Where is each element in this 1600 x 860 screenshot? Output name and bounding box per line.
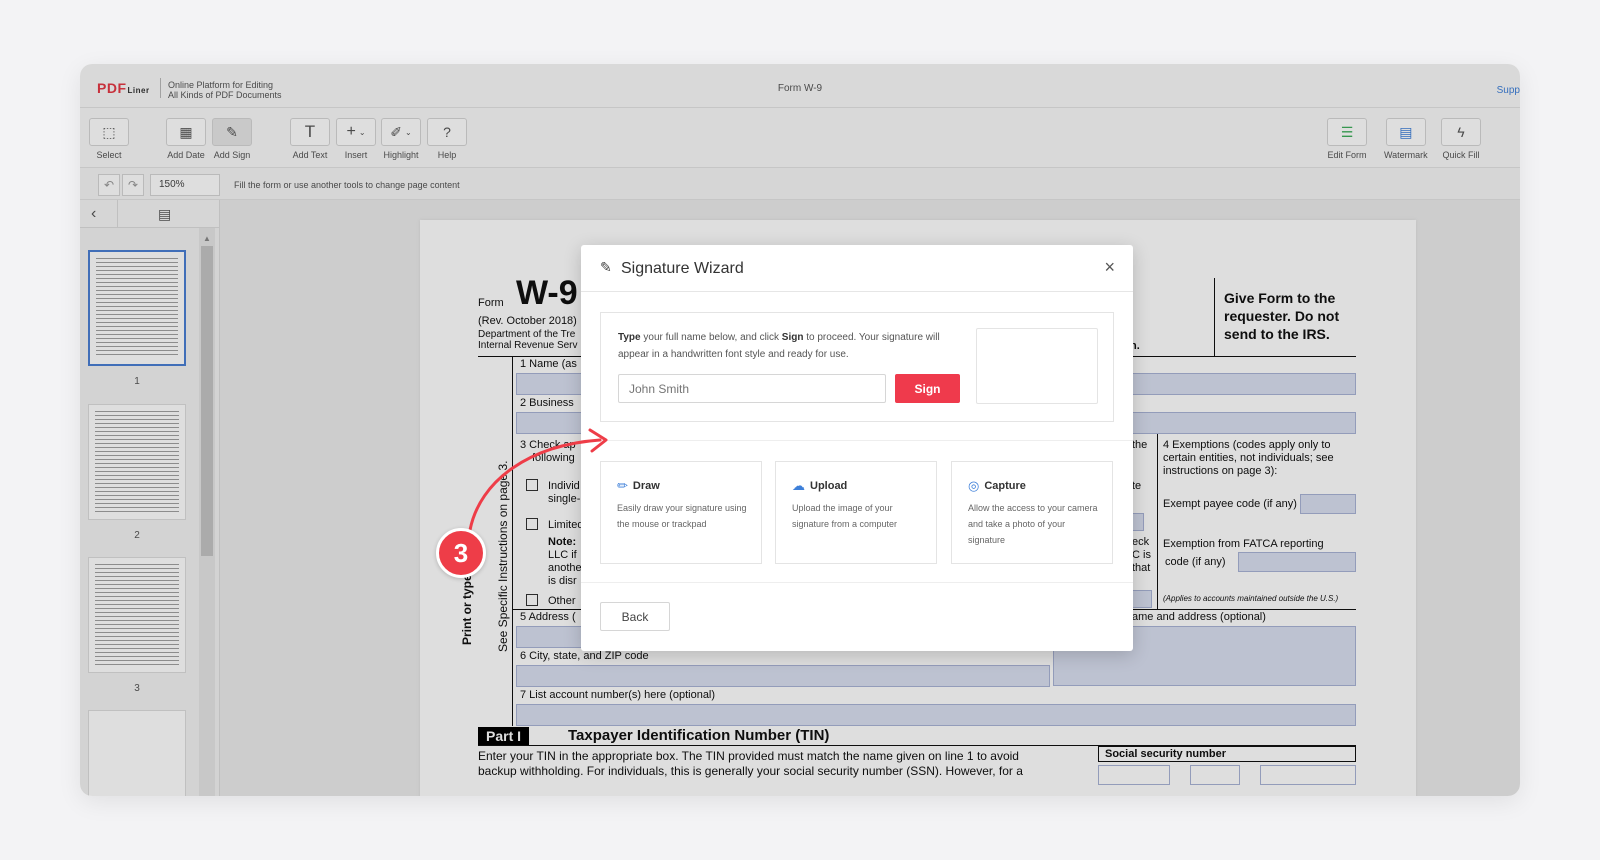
step-badge: 3 <box>436 528 486 578</box>
camera-lens-icon: ◎ <box>968 478 980 493</box>
upload-option-card[interactable]: ☁ Upload Upload the image of your signatu… <box>775 461 937 564</box>
pen-icon: ✎ <box>600 259 612 275</box>
draw-option-description: Easily draw your signature using the mou… <box>617 503 747 529</box>
upload-option-description: Upload the image of your signature from … <box>792 503 898 529</box>
cloud-upload-icon: ☁ <box>792 478 805 493</box>
full-name-input[interactable] <box>618 374 886 403</box>
signature-wizard-dialog: ✎ Signature Wizard × Type your full name… <box>581 245 1133 651</box>
capture-option-card[interactable]: ◎ Capture Allow the access to your camera… <box>951 461 1113 564</box>
app-window: PDFLiner Online Platform for Editing All… <box>80 64 1520 796</box>
dialog-header: ✎ Signature Wizard × <box>581 245 1133 292</box>
draw-option-card[interactable]: ✏ Draw Easily draw your signature using t… <box>600 461 762 564</box>
capture-option-title: ◎ Capture <box>968 478 1026 493</box>
close-icon[interactable]: × <box>1104 257 1115 278</box>
type-description: Type your full name below, and click Sig… <box>618 332 940 360</box>
upload-option-title: ☁ Upload <box>792 478 848 493</box>
back-button[interactable]: Back <box>600 602 670 631</box>
divider <box>581 440 1133 441</box>
divider <box>581 582 1133 583</box>
capture-option-description: Allow the access to your camera and take… <box>968 503 1098 545</box>
dialog-title: Signature Wizard <box>621 260 744 277</box>
signature-preview <box>976 328 1098 404</box>
sign-button[interactable]: Sign <box>895 374 960 403</box>
type-signature-card: Type your full name below, and click Sig… <box>600 312 1114 422</box>
pencil-icon: ✏ <box>617 478 628 493</box>
draw-option-title: ✏ Draw <box>617 478 660 493</box>
